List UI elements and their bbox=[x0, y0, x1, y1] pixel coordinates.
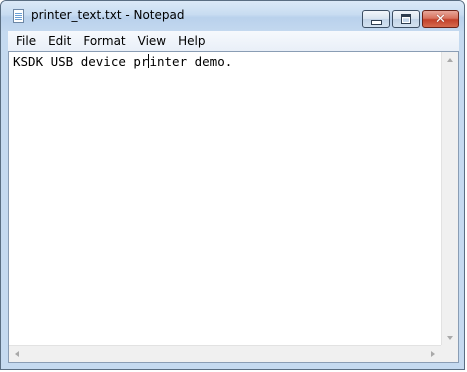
vertical-scrollbar[interactable] bbox=[441, 52, 458, 346]
arrow-up-icon bbox=[447, 58, 453, 62]
close-button[interactable]: ✕ bbox=[422, 10, 459, 28]
text-editor[interactable]: KSDK USB device printer demo. bbox=[9, 52, 441, 346]
editor-area: KSDK USB device printer demo. bbox=[8, 51, 459, 363]
horizontal-scrollbar[interactable] bbox=[9, 345, 441, 362]
editor-text-before-caret: KSDK USB device pr bbox=[13, 54, 149, 69]
editor-text-after-caret: inter demo. bbox=[149, 54, 233, 69]
scroll-down-button[interactable] bbox=[442, 330, 458, 346]
close-icon: ✕ bbox=[435, 11, 446, 27]
arrow-left-icon bbox=[15, 351, 19, 357]
menu-format[interactable]: Format bbox=[77, 31, 131, 51]
title-bar[interactable]: printer_text.txt - Notepad ✕ bbox=[1, 1, 464, 31]
notepad-window: printer_text.txt - Notepad ✕ File Edit F… bbox=[0, 0, 465, 370]
window-title: printer_text.txt - Notepad bbox=[31, 8, 185, 22]
arrow-down-icon bbox=[447, 336, 453, 340]
minimize-icon bbox=[370, 19, 382, 25]
scrollbar-corner bbox=[441, 345, 458, 362]
menu-help[interactable]: Help bbox=[172, 31, 211, 51]
arrow-right-icon bbox=[431, 351, 435, 357]
menu-view[interactable]: View bbox=[132, 31, 172, 51]
scroll-left-button[interactable] bbox=[9, 346, 25, 362]
maximize-icon bbox=[401, 14, 411, 24]
scroll-up-button[interactable] bbox=[442, 52, 458, 68]
scroll-right-button[interactable] bbox=[425, 346, 441, 362]
notepad-icon[interactable] bbox=[13, 9, 24, 23]
minimize-button[interactable] bbox=[362, 10, 390, 28]
maximize-button[interactable] bbox=[392, 10, 420, 28]
menu-file[interactable]: File bbox=[8, 31, 42, 51]
menu-bar: File Edit Format View Help bbox=[8, 31, 459, 51]
menu-edit[interactable]: Edit bbox=[42, 31, 77, 51]
